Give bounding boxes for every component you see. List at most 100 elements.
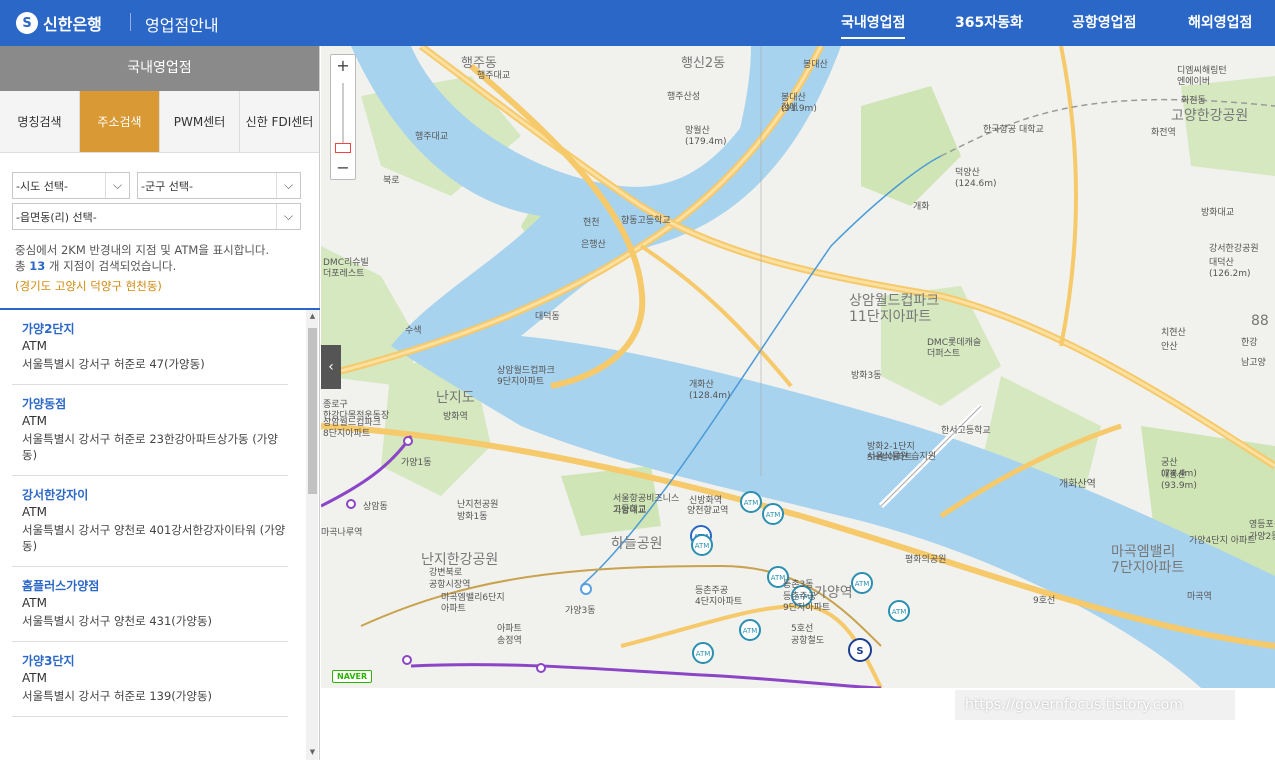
branch-type: ATM xyxy=(22,596,47,610)
map-place-label: 화전역 xyxy=(1151,127,1176,138)
branch-address: 서울특별시 강서구 양천로 401강서한강자이타워 (가양동) xyxy=(22,523,286,553)
map-place-label: 치현산 xyxy=(1161,326,1186,338)
map-place-label: 상암월드컵파크 11단지아파트 xyxy=(849,293,939,325)
atm-marker[interactable]: ATM xyxy=(888,600,910,622)
map-place-label: 신방화역 xyxy=(689,495,722,506)
tab-name-search[interactable]: 명칭검색 xyxy=(0,91,80,152)
zoom-in-button[interactable]: + xyxy=(331,56,355,76)
branch-address: 서울특별시 강서구 허준로 23한강아파트상가동 (가양동) xyxy=(22,432,278,462)
branch-address: 서울특별시 강서구 양천로 431(가양동) xyxy=(22,614,213,628)
atm-label: ATM xyxy=(892,608,907,616)
map-place-label: 가양4단지 아파트 xyxy=(1189,535,1256,546)
list-item[interactable]: 강서한강자이 ATM 서울특별시 강서구 양천로 401강서한강자이타워 (가양… xyxy=(12,476,288,567)
branch-name[interactable]: 가양동점 xyxy=(22,396,288,412)
result-list[interactable]: 가양2단지 ATM 서울특별시 강서구 허준로 47(가양동) 가양동점 ATM… xyxy=(0,308,320,760)
map-place-label: 수색 xyxy=(405,325,422,336)
atm-label: ATM xyxy=(855,580,870,588)
list-item[interactable]: 홈플러스가양점 ATM 서울특별시 강서구 양천로 431(가양동) xyxy=(12,567,288,642)
sidebar-title: 국내영업점 xyxy=(0,46,319,91)
zoom-slider-track[interactable] xyxy=(342,83,344,149)
atm-marker[interactable]: ATM xyxy=(740,491,762,513)
nav-365-label: 365자동화 xyxy=(955,15,1023,31)
zoom-slider-handle[interactable] xyxy=(335,143,351,153)
result-count: 13 xyxy=(29,259,46,273)
map-place-label: 마곡역 xyxy=(1187,591,1212,602)
map-place-label: 행주대교 xyxy=(415,130,448,142)
branch-name[interactable]: 가양3단지 xyxy=(22,653,288,669)
map-place-label: 양천향교역 xyxy=(687,504,728,516)
map-place-label: 화전동 xyxy=(1181,95,1206,106)
map-place-label: 난지한강공원 xyxy=(421,552,498,568)
scrollbar-thumb[interactable] xyxy=(308,328,317,494)
map-place-label: 가양3동 xyxy=(565,605,596,616)
map-place-label: 현천 xyxy=(583,217,600,228)
map-place-label: 방화대교 xyxy=(1201,207,1234,218)
map-canvas[interactable]: ATM ATM ATM ATM ATM ATM ATM ATM ATM ATM … xyxy=(321,46,1275,688)
atm-label: ATM xyxy=(766,511,781,519)
select-sido-value: -시도 선택- xyxy=(16,179,68,193)
list-item[interactable]: 가양동점 ATM 서울특별시 강서구 허준로 23한강아파트상가동 (가양동) xyxy=(12,385,288,476)
atm-label: ATM xyxy=(744,499,759,507)
map-place-label: 5호선 xyxy=(791,623,813,634)
map-place-label: 한국항공 대학교 xyxy=(983,124,1044,135)
nav-365[interactable]: 365자동화 xyxy=(955,0,1023,46)
branch-name[interactable]: 가양2단지 xyxy=(22,321,288,337)
logo-text: 신한은행 xyxy=(43,15,102,34)
branch-marker[interactable]: S xyxy=(848,638,872,662)
atm-marker[interactable]: ATM xyxy=(851,572,873,594)
map-place-label: 서울식물원 습지원 xyxy=(867,451,936,462)
atm-marker[interactable]: ATM xyxy=(692,642,714,664)
nav-overseas[interactable]: 해외영업점 xyxy=(1188,0,1252,46)
tab-fdi-center[interactable]: 신한 FDI센터 xyxy=(240,91,319,152)
shinhan-logo-icon: S xyxy=(16,12,38,34)
atm-marker[interactable]: ATM xyxy=(762,503,784,525)
map-place-label: 행주동 xyxy=(461,55,497,71)
map-view[interactable]: ATM ATM ATM ATM ATM ATM ATM ATM ATM ATM … xyxy=(321,46,1275,688)
map-place-label: 난지도 xyxy=(436,390,475,406)
scroll-down-icon[interactable]: ▼ xyxy=(308,748,317,760)
map-place-label: 북로 xyxy=(383,175,400,186)
map-place-label: 강변북로 xyxy=(429,567,462,578)
scroll-up-icon[interactable]: ▲ xyxy=(308,312,317,324)
branch-type: ATM xyxy=(22,414,47,428)
map-place-label: 남고양 xyxy=(1241,357,1266,368)
select-gungu[interactable]: -군구 선택- ⌵ xyxy=(137,172,301,199)
select-dong[interactable]: -읍면동(리) 선택- ⌵ xyxy=(12,203,301,230)
branch-address: 서울특별시 강서구 허준로 47(가양동) xyxy=(22,357,205,371)
nav-airport-label: 공항영업점 xyxy=(1072,15,1137,31)
info-suffix: 개 지점이 검색되었습니다. xyxy=(48,259,177,273)
map-place-label: 공항시장역 xyxy=(429,579,470,590)
atm-label: ATM xyxy=(695,542,710,550)
chevron-down-icon: ⌵ xyxy=(105,173,129,198)
branch-address: 서울특별시 강서구 허준로 139(가양동) xyxy=(22,689,213,703)
map-place-label: 가양역 xyxy=(814,585,853,601)
map-place-label: 향동고등학교 xyxy=(621,214,671,226)
tab-address-search[interactable]: 주소검색 xyxy=(80,91,160,152)
nav-airport[interactable]: 공항영업점 xyxy=(1072,0,1136,46)
list-item[interactable]: 가양3단지 ATM 서울특별시 강서구 허준로 139(가양동) xyxy=(12,642,288,717)
naver-logo: NAVER xyxy=(332,670,373,683)
branch-name[interactable]: 홈플러스가양점 xyxy=(22,578,288,594)
branch-name[interactable]: 강서한강자이 xyxy=(22,487,288,503)
search-tabs: 명칭검색 주소검색 PWM센터 신한 FDI센터 xyxy=(0,91,319,153)
nav-domestic[interactable]: 국내영업점 xyxy=(841,0,906,46)
list-scrollbar[interactable]: ▲ ▼ xyxy=(306,310,318,760)
shinhan-logo[interactable]: S 신한은행 xyxy=(16,11,102,35)
watermark: https://governfocus.tistory.com xyxy=(955,690,1235,720)
zoom-out-button[interactable]: − xyxy=(331,158,355,178)
map-place-label: 은행산 xyxy=(581,238,606,250)
tab-pwm-center[interactable]: PWM센터 xyxy=(160,91,240,152)
atm-label: ATM xyxy=(743,627,758,635)
info-radius-text: 중심에서 2KM 반경내의 지점 및 ATM을 표시합니다. xyxy=(15,243,270,257)
list-item[interactable]: 가양2단지 ATM 서울특별시 강서구 허준로 47(가양동) xyxy=(12,310,288,385)
map-place-label: 공항철도 xyxy=(791,635,824,646)
collapse-sidebar-button[interactable]: ‹ xyxy=(321,345,341,389)
branch-type: ATM xyxy=(22,339,47,353)
select-sido[interactable]: -시도 선택- ⌵ xyxy=(12,172,130,199)
map-place-label: 88 xyxy=(1251,313,1269,329)
map-place-label: 마곡엠밸리 7단지아파트 xyxy=(1111,544,1184,576)
map-place-label: 가양대교 xyxy=(613,505,646,516)
map-place-label: 평화의공원 xyxy=(905,554,946,565)
atm-marker[interactable]: ATM xyxy=(691,534,713,556)
atm-marker[interactable]: ATM xyxy=(739,619,761,641)
